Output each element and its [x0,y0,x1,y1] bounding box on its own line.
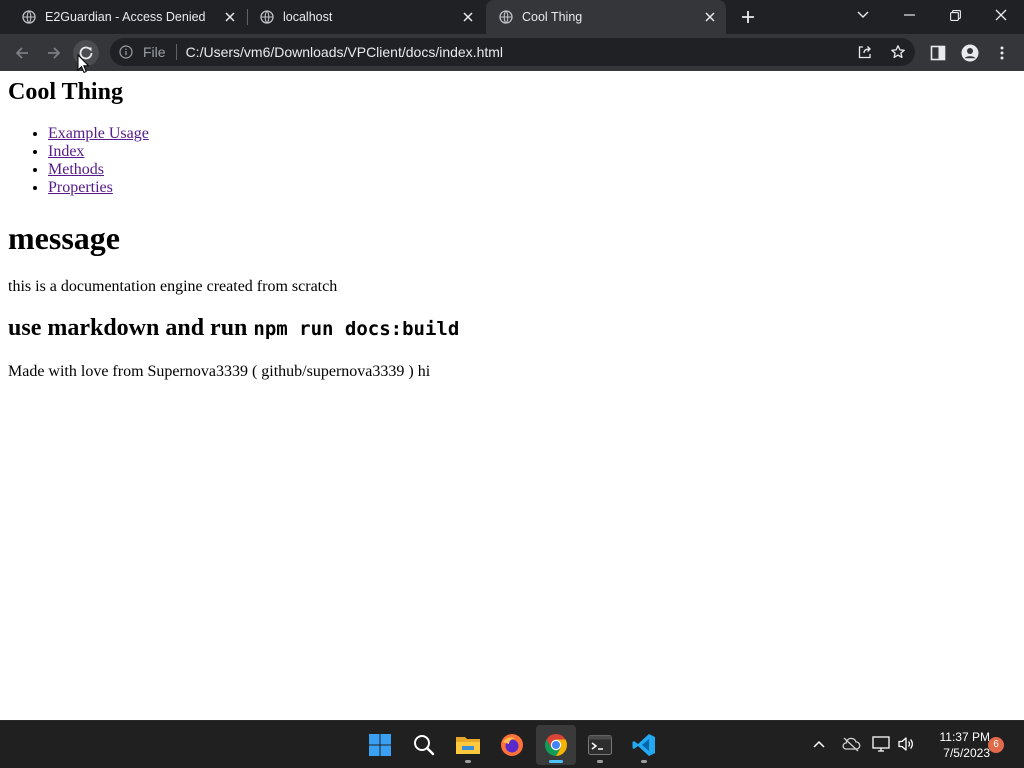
kebab-menu-icon [1000,46,1004,60]
minimize-button[interactable] [886,0,932,30]
chrome-icon [545,734,567,756]
nav-link-example-usage[interactable]: Example Usage [48,125,149,142]
network-icon [872,736,890,752]
vscode-button[interactable] [624,725,664,765]
page-viewport: Cool Thing Example Usage Index Methods P… [0,71,1024,720]
bookmark-button[interactable] [889,43,907,61]
vscode-icon [632,734,655,756]
system-clock[interactable]: 11:37 PM 7/5/2023 [922,729,990,761]
clock-date: 7/5/2023 [943,746,990,760]
speaker-icon [898,737,913,751]
plus-icon [742,11,754,23]
network-button[interactable] [871,733,893,755]
start-icon [369,734,391,756]
star-icon [891,45,905,59]
running-indicator [641,760,647,763]
doc-nav-list: Example Usage Index Methods Properties [48,125,149,197]
side-panel-button[interactable] [925,40,951,66]
running-indicator [597,760,603,763]
globe-icon [499,10,513,24]
close-icon[interactable] [222,9,238,25]
side-panel-icon [930,45,946,61]
markdown-heading-text: use markdown and run [8,315,248,341]
nav-link-methods[interactable]: Methods [48,161,104,178]
back-button[interactable] [9,40,35,66]
tab-cool-thing[interactable]: Cool Thing [486,0,726,34]
tab-localhost[interactable]: localhost [238,0,484,34]
profile-icon [961,44,979,62]
tab-title: Cool Thing [522,10,583,24]
globe-icon [260,10,274,24]
build-command: npm run docs:build [253,318,460,340]
terminal-icon [588,735,612,755]
tab-title: E2Guardian - Access Denied [45,10,206,24]
close-icon[interactable] [460,9,476,25]
restore-icon [949,9,961,21]
info-icon[interactable] [119,45,133,59]
markdown-heading: use markdown and run npm run docs:build [8,315,459,342]
nav-link-index[interactable]: Index [48,143,84,160]
profile-button[interactable] [957,40,983,66]
terminal-button[interactable] [580,725,620,765]
close-icon[interactable] [702,9,718,25]
address-bar[interactable]: File C:/Users/vm6/Downloads/VPClient/doc… [110,38,915,66]
tab-e2guardian[interactable]: E2Guardian - Access Denied [0,0,246,34]
volume-button[interactable] [895,733,917,755]
mouse-cursor-icon [77,54,89,74]
cloud-offline-icon [842,737,861,752]
omnibox-separator [175,44,177,60]
file-explorer-icon [456,737,480,754]
arrow-right-icon [48,47,61,59]
globe-icon [22,10,36,24]
chevron-down-icon [857,11,869,18]
onedrive-status-button[interactable] [840,733,862,755]
page-title: Cool Thing [8,79,123,105]
list-item: Index [48,143,149,161]
firefox-button[interactable] [492,725,532,765]
search-button[interactable] [404,725,444,765]
share-button[interactable] [856,43,874,61]
tab-title: localhost [283,10,333,24]
new-tab-button[interactable] [738,7,758,27]
description-text: this is a documentation engine created f… [8,278,338,295]
share-icon [858,46,871,59]
start-button[interactable] [360,725,400,765]
firefox-icon [501,734,523,756]
tab-search-button[interactable] [840,0,886,30]
browser-toolbar: File C:/Users/vm6/Downloads/VPClient/doc… [0,34,1024,71]
chevron-up-icon [813,740,825,748]
notification-badge[interactable]: 6 [988,737,1004,753]
tab-strip: E2Guardian - Access Denied localhost Coo… [0,0,1024,34]
show-hidden-icons-button[interactable] [808,733,830,755]
minimize-icon [903,14,915,16]
scheme-label: File [143,44,166,60]
menu-button[interactable] [989,40,1015,66]
search-icon [414,735,435,756]
message-heading: message [8,220,120,256]
close-icon [995,9,1007,21]
list-item: Properties [48,179,149,197]
taskbar: 11:37 PM 7/5/2023 6 [0,720,1024,768]
forward-button[interactable] [41,40,67,66]
list-item: Methods [48,161,149,179]
url-text[interactable]: C:/Users/vm6/Downloads/VPClient/docs/ind… [186,44,503,60]
credit-text: Made with love from Supernova3339 ( gith… [8,363,431,380]
arrow-left-icon [15,47,28,59]
file-explorer-button[interactable] [448,725,488,765]
active-indicator [549,760,563,763]
nav-link-properties[interactable]: Properties [48,179,113,196]
chrome-button[interactable] [536,725,576,765]
running-indicator [465,760,471,763]
restore-button[interactable] [932,0,978,30]
close-window-button[interactable] [978,0,1024,30]
list-item: Example Usage [48,125,149,143]
clock-time: 11:37 PM [939,730,990,744]
